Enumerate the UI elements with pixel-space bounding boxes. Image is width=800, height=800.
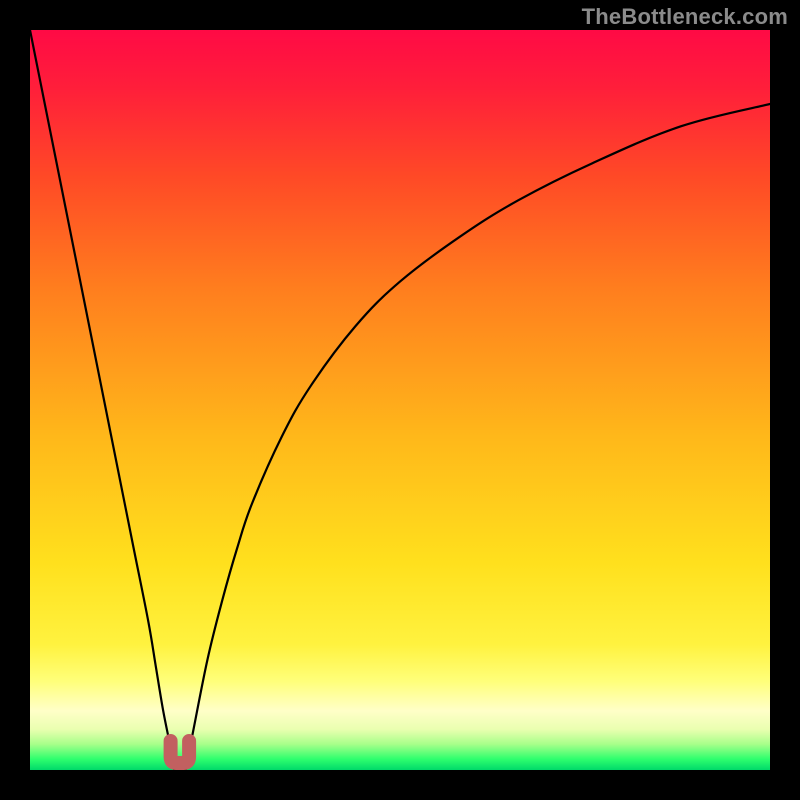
chart-background [30, 30, 770, 770]
watermark-label: TheBottleneck.com [582, 4, 788, 30]
bottleneck-chart [30, 30, 770, 770]
app-frame: TheBottleneck.com [0, 0, 800, 800]
